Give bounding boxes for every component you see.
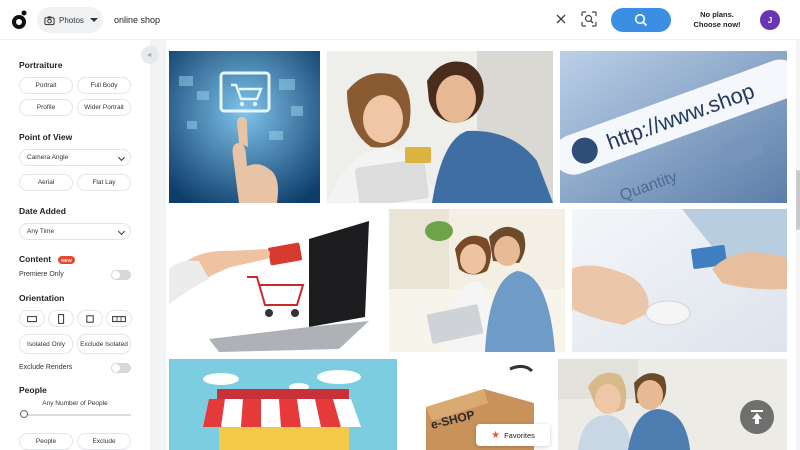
point-of-view-title: Point of View	[19, 132, 73, 142]
plans-line-2: Choose now!	[693, 20, 741, 29]
landscape-icon	[27, 315, 37, 322]
date-added-title: Date Added	[19, 206, 66, 216]
search-icon	[634, 13, 648, 27]
premiere-only-toggle[interactable]	[111, 270, 131, 280]
plans-link[interactable]: No plans. Choose now!	[688, 10, 746, 30]
square-icon	[86, 314, 94, 323]
orientation-square-button[interactable]	[77, 310, 103, 327]
sidebar-gutter	[150, 40, 166, 450]
result-image-shop-awning[interactable]	[169, 359, 397, 450]
chevron-down-icon	[117, 153, 126, 162]
content-title: Content	[19, 254, 52, 264]
premiere-only-label: Premiere Only	[19, 271, 64, 278]
orientation-title: Orientation	[19, 293, 65, 303]
result-image-couple-tablet[interactable]	[327, 51, 553, 203]
media-type-dropdown[interactable]: Photos	[37, 7, 103, 33]
favorites-label: Favorites	[504, 430, 535, 440]
user-avatar[interactable]: J	[760, 10, 780, 30]
date-added-select[interactable]: Any Time	[19, 223, 131, 240]
orientation-portrait-button[interactable]	[48, 310, 74, 327]
back-to-top-button[interactable]	[740, 400, 774, 434]
site-logo-icon[interactable]	[10, 10, 28, 30]
people-title: People	[19, 385, 47, 395]
filter-exclude-isolated[interactable]: Exclude Isolated	[77, 334, 131, 354]
result-image-couple-sofa[interactable]	[389, 209, 565, 352]
camera-angle-select[interactable]: Camera Angle	[19, 149, 131, 166]
new-badge: NEW	[58, 256, 75, 264]
filter-exclude-people[interactable]: Exclude	[77, 433, 131, 450]
date-added-value: Any Time	[27, 228, 55, 235]
chevron-down-icon	[117, 227, 126, 236]
search-button[interactable]	[611, 8, 671, 32]
scrollbar-thumb[interactable]	[796, 170, 800, 230]
orientation-panoramic-button[interactable]	[106, 310, 132, 327]
plans-line-1: No plans.	[700, 10, 734, 19]
portrait-icon	[58, 313, 65, 324]
previous-row-edge	[166, 40, 796, 44]
star-icon: ★	[491, 429, 501, 441]
filter-aerial[interactable]: Aerial	[19, 174, 73, 191]
clear-search-icon[interactable]	[554, 12, 568, 26]
exclude-renders-label: Exclude Renders	[19, 364, 73, 371]
result-image-url-bar[interactable]: http://www.shop Quantity	[560, 51, 787, 203]
favorites-button[interactable]: ★ Favorites	[476, 424, 550, 446]
camera-icon	[44, 15, 55, 25]
filter-flat-lay[interactable]: Flat Lay	[77, 174, 131, 191]
visual-search-icon[interactable]	[581, 11, 597, 27]
page-scrollbar[interactable]	[796, 40, 800, 450]
people-count-label: Any Number of People	[42, 400, 108, 407]
camera-angle-value: Camera Angle	[27, 154, 69, 161]
filter-wider-portrait[interactable]: Wider Portrait	[77, 99, 131, 116]
collapse-sidebar-button[interactable]: «	[141, 46, 159, 64]
double-chevron-left-icon: «	[148, 51, 152, 59]
search-input[interactable]	[108, 8, 548, 32]
caret-down-icon	[89, 18, 98, 22]
orientation-landscape-button[interactable]	[19, 310, 45, 327]
result-image-laptop-cart[interactable]	[169, 209, 382, 352]
panoramic-icon	[112, 315, 126, 322]
exclude-renders-toggle[interactable]	[111, 363, 131, 373]
filter-portrait[interactable]: Portrait	[19, 77, 73, 94]
result-image-touchscreen-cart[interactable]	[169, 51, 320, 203]
media-type-label: Photos	[59, 15, 84, 25]
filter-people[interactable]: People	[19, 433, 73, 450]
filter-isolated-only[interactable]: Isolated Only	[19, 334, 73, 354]
people-slider-handle[interactable]	[20, 410, 28, 418]
filter-full-body[interactable]: Full Body	[77, 77, 131, 94]
arrow-up-to-top-icon	[751, 410, 763, 424]
result-image-hand-mouse-card[interactable]	[572, 209, 787, 352]
people-slider-track[interactable]	[24, 414, 131, 416]
filter-profile[interactable]: Profile	[19, 99, 73, 116]
portraiture-title: Portraiture	[19, 60, 63, 70]
top-bar: Photos No plans. Choose now! J	[0, 0, 800, 40]
